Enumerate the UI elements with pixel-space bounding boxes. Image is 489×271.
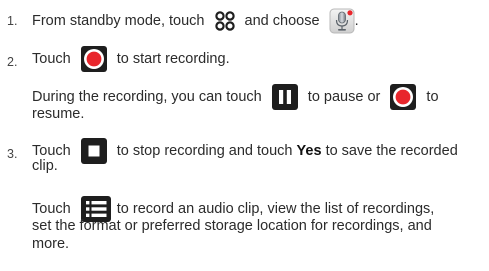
step-1-line: From standby mode, touch and choose .: [32, 8, 359, 34]
step-3-line-4: set the format or preferred storage loca…: [32, 218, 432, 234]
step-1: 1. From standby mode, touch and choose .: [7, 2, 485, 34]
step-3-line-2: clip.: [32, 158, 58, 174]
step-text: to: [426, 88, 439, 105]
record-button-icon: [390, 84, 417, 110]
step-text: to record an audio clip, view the list o…: [116, 200, 435, 217]
step-text: Touch: [32, 200, 71, 217]
yes-label: Yes: [296, 142, 322, 159]
step-text: to save the recorded: [325, 142, 458, 159]
step-text: and choose: [244, 12, 320, 29]
step-text: Touch: [32, 142, 71, 159]
voice-recorder-app-icon: [329, 8, 355, 34]
pause-button-icon: [271, 84, 298, 110]
step-text: to stop recording and touch: [116, 142, 293, 159]
step-number: 1.: [7, 14, 18, 28]
step-text: .: [354, 12, 359, 29]
step-3-line-5: more.: [32, 236, 69, 252]
step-text: From standby mode, touch: [32, 12, 205, 29]
step-text: clip.: [32, 158, 58, 174]
step-text: to start recording.: [116, 50, 230, 67]
step-text: Touch: [32, 50, 71, 67]
step-text: to pause or: [307, 88, 381, 105]
step-2-line-2: During the recording, you can touch to p…: [32, 84, 439, 110]
step-2: 2. Touch to start recording. During the …: [7, 44, 485, 124]
step-text: During the recording, you can touch: [32, 88, 262, 105]
step-2-line-3: resume.: [32, 106, 84, 122]
apps-grid-icon: [214, 11, 235, 31]
step-text: set the format or preferred storage loca…: [32, 218, 432, 234]
record-button-icon: [80, 46, 107, 72]
stop-button-icon: [80, 138, 107, 164]
step-text: resume.: [32, 106, 85, 122]
instruction-document: 1. From standby mode, touch and choose .…: [0, 0, 489, 271]
step-number: 3.: [7, 147, 18, 161]
step-3-line-1: Touch to stop recording and touch Yes to…: [32, 138, 458, 164]
step-2-line-1: Touch to start recording.: [32, 46, 230, 72]
step-text: more.: [32, 236, 70, 252]
step-3: 3. Touch to stop recording and touch Yes…: [7, 136, 485, 271]
step-number: 2.: [7, 55, 18, 69]
